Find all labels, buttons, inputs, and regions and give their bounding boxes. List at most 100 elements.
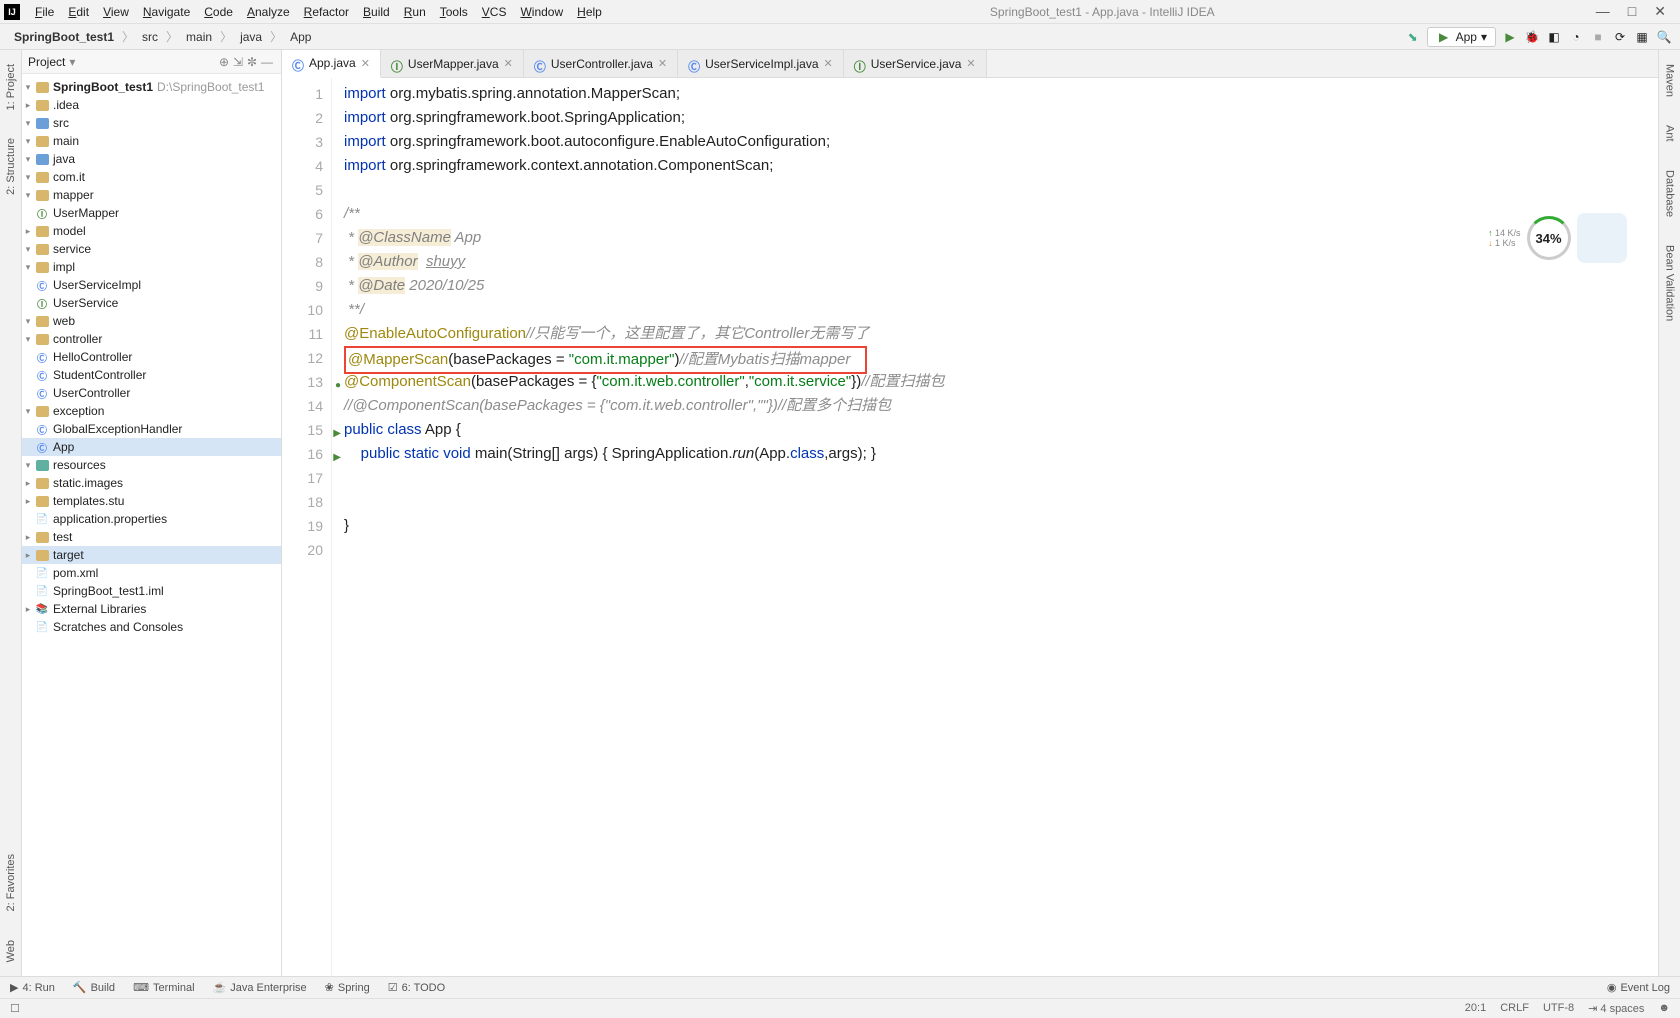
tree-node-studentcontroller[interactable]: ⒸStudentController (22, 366, 281, 384)
event-log[interactable]: ◉ Event Log (1607, 981, 1670, 994)
hide-icon[interactable]: — (261, 55, 275, 69)
code-line-6[interactable]: /** (344, 202, 1658, 226)
tree-node-com-it[interactable]: ▾com.it (22, 168, 281, 186)
tree-node-java[interactable]: ▾java (22, 150, 281, 168)
tool-terminal[interactable]: ⌨ Terminal (133, 981, 194, 994)
code-line-14[interactable]: //@ComponentScan(basePackages = {"com.it… (344, 394, 1658, 418)
settings-icon[interactable]: ✼ (247, 55, 261, 69)
menu-code[interactable]: Code (197, 5, 240, 19)
tab-userservice[interactable]: ⒾUserService.java✕ (844, 50, 987, 77)
tree-node-src[interactable]: ▾src (22, 114, 281, 132)
expand-icon[interactable]: ⇲ (233, 55, 247, 69)
code-line-3[interactable]: import org.springframework.boot.autoconf… (344, 130, 1658, 154)
tree-node-userservice[interactable]: ⒾUserService (22, 294, 281, 312)
tab-app[interactable]: ⒸApp.java✕ (282, 50, 381, 78)
tree-node-web[interactable]: ▾web (22, 312, 281, 330)
project-tree[interactable]: ▾ SpringBoot_test1 D:\SpringBoot_test1 ▸… (22, 74, 281, 976)
tree-node-resources[interactable]: ▾resources (22, 456, 281, 474)
code-line-7[interactable]: * @ClassName App (344, 226, 1658, 250)
close-tab-icon[interactable]: ✕ (824, 57, 833, 70)
tree-node-controller[interactable]: ▾controller (22, 330, 281, 348)
menu-vcs[interactable]: VCS (475, 5, 514, 19)
breadcrumb-main[interactable]: main (180, 29, 218, 45)
tree-node-main[interactable]: ▾main (22, 132, 281, 150)
update-icon[interactable]: ⟳ (1612, 29, 1628, 45)
tree-node-globalexceptionhandler[interactable]: ⒸGlobalExceptionHandler (22, 420, 281, 438)
tree-node-impl[interactable]: ▾impl (22, 258, 281, 276)
code-line-10[interactable]: **/ (344, 298, 1658, 322)
line-separator[interactable]: CRLF (1500, 1002, 1529, 1015)
tab-usermapper[interactable]: ⒾUserMapper.java✕ (381, 50, 524, 77)
breadcrumb-java[interactable]: java (234, 29, 268, 45)
menu-tools[interactable]: Tools (433, 5, 475, 19)
tree-node-service[interactable]: ▾service (22, 240, 281, 258)
code-line-11[interactable]: @EnableAutoConfiguration//只能写一个，这里配置了，其它… (344, 322, 1658, 346)
menu-file[interactable]: File (28, 5, 61, 19)
tree-node-springboot_test1-iml[interactable]: 📄SpringBoot_test1.iml (22, 582, 281, 600)
menu-build[interactable]: Build (356, 5, 397, 19)
close-tab-icon[interactable]: ✕ (504, 57, 513, 70)
tool-database[interactable]: Database (1664, 166, 1676, 221)
locate-icon[interactable]: ⊕ (219, 55, 233, 69)
breadcrumb-src[interactable]: src (136, 29, 164, 45)
code-line-1[interactable]: import org.mybatis.spring.annotation.Map… (344, 82, 1658, 106)
menu-edit[interactable]: Edit (61, 5, 96, 19)
tree-node-exception[interactable]: ▾exception (22, 402, 281, 420)
tool-run[interactable]: ▶ 4: Run (10, 981, 55, 994)
indent-info[interactable]: ⇥ 4 spaces (1588, 1002, 1644, 1015)
code-line-19[interactable]: } (344, 514, 1658, 538)
profile-icon[interactable]: ◔ (1568, 29, 1584, 45)
tool-ant[interactable]: Ant (1664, 121, 1676, 146)
run-icon[interactable]: ▶ (1502, 29, 1518, 45)
maximize-icon[interactable]: □ (1628, 3, 1636, 20)
stop-icon[interactable]: ■ (1590, 29, 1606, 45)
code-line-5[interactable] (344, 178, 1658, 202)
tree-node-mapper[interactable]: ▾mapper (22, 186, 281, 204)
code-line-17[interactable] (344, 466, 1658, 490)
tool-todo[interactable]: ☑ 6: TODO (388, 981, 445, 994)
tree-node-usermapper[interactable]: ⒾUserMapper (22, 204, 281, 222)
code-line-2[interactable]: import org.springframework.boot.SpringAp… (344, 106, 1658, 130)
menu-navigate[interactable]: Navigate (136, 5, 197, 19)
close-icon[interactable]: ✕ (1654, 3, 1666, 20)
menu-analyze[interactable]: Analyze (240, 5, 297, 19)
tab-userserviceimpl[interactable]: ⒸUserServiceImpl.java✕ (678, 50, 844, 77)
code-line-15[interactable]: public class App { (344, 418, 1658, 442)
breadcrumb-springboot_test1[interactable]: SpringBoot_test1 (8, 29, 120, 45)
menu-help[interactable]: Help (570, 5, 609, 19)
menu-window[interactable]: Window (513, 5, 570, 19)
cursor-position[interactable]: 20:1 (1465, 1002, 1486, 1015)
layout-icon[interactable]: ▦ (1634, 29, 1650, 45)
code-line-9[interactable]: * @Date 2020/10/25 (344, 274, 1658, 298)
code-line-4[interactable]: import org.springframework.context.annot… (344, 154, 1658, 178)
tree-node-userserviceimpl[interactable]: ⒸUserServiceImpl (22, 276, 281, 294)
build-icon[interactable]: ⬊ (1405, 29, 1421, 45)
tool-bean-validation[interactable]: Bean Validation (1664, 241, 1676, 325)
code-line-8[interactable]: * @Author shuyy (344, 250, 1658, 274)
tool-project[interactable]: 1: Project (5, 60, 17, 114)
tool-web[interactable]: Web (5, 936, 17, 966)
tool-favorites[interactable]: 2: Favorites (5, 850, 17, 915)
external-libraries[interactable]: ▸📚External Libraries (22, 600, 281, 618)
menu-view[interactable]: View (96, 5, 136, 19)
tree-node-templates-stu[interactable]: ▸templates.stu (22, 492, 281, 510)
tree-node-application-properties[interactable]: 📄application.properties (22, 510, 281, 528)
code-line-13[interactable]: @ComponentScan(basePackages = {"com.it.w… (344, 370, 1658, 394)
tree-node-target[interactable]: ▸target (22, 546, 281, 564)
menu-refactor[interactable]: Refactor (297, 5, 356, 19)
tool-structure[interactable]: 2: Structure (5, 134, 17, 199)
tool-maven[interactable]: Maven (1664, 60, 1676, 101)
tool-spring[interactable]: ❀ Spring (325, 981, 370, 994)
tool-build[interactable]: 🔨 Build (73, 981, 115, 994)
coverage-icon[interactable]: ◧ (1546, 29, 1562, 45)
scratches[interactable]: 📄Scratches and Consoles (22, 618, 281, 636)
tool-java-enterprise[interactable]: ☕ Java Enterprise (213, 981, 307, 994)
tree-node--idea[interactable]: ▸.idea (22, 96, 281, 114)
breadcrumb-app[interactable]: App (284, 29, 317, 45)
file-encoding[interactable]: UTF-8 (1543, 1002, 1574, 1015)
tab-usercontroller[interactable]: ⒸUserController.java✕ (524, 50, 678, 77)
tree-node-static-images[interactable]: ▸static.images (22, 474, 281, 492)
close-tab-icon[interactable]: ✕ (658, 57, 667, 70)
menu-run[interactable]: Run (397, 5, 433, 19)
tree-node-app[interactable]: ⒸApp (22, 438, 281, 456)
